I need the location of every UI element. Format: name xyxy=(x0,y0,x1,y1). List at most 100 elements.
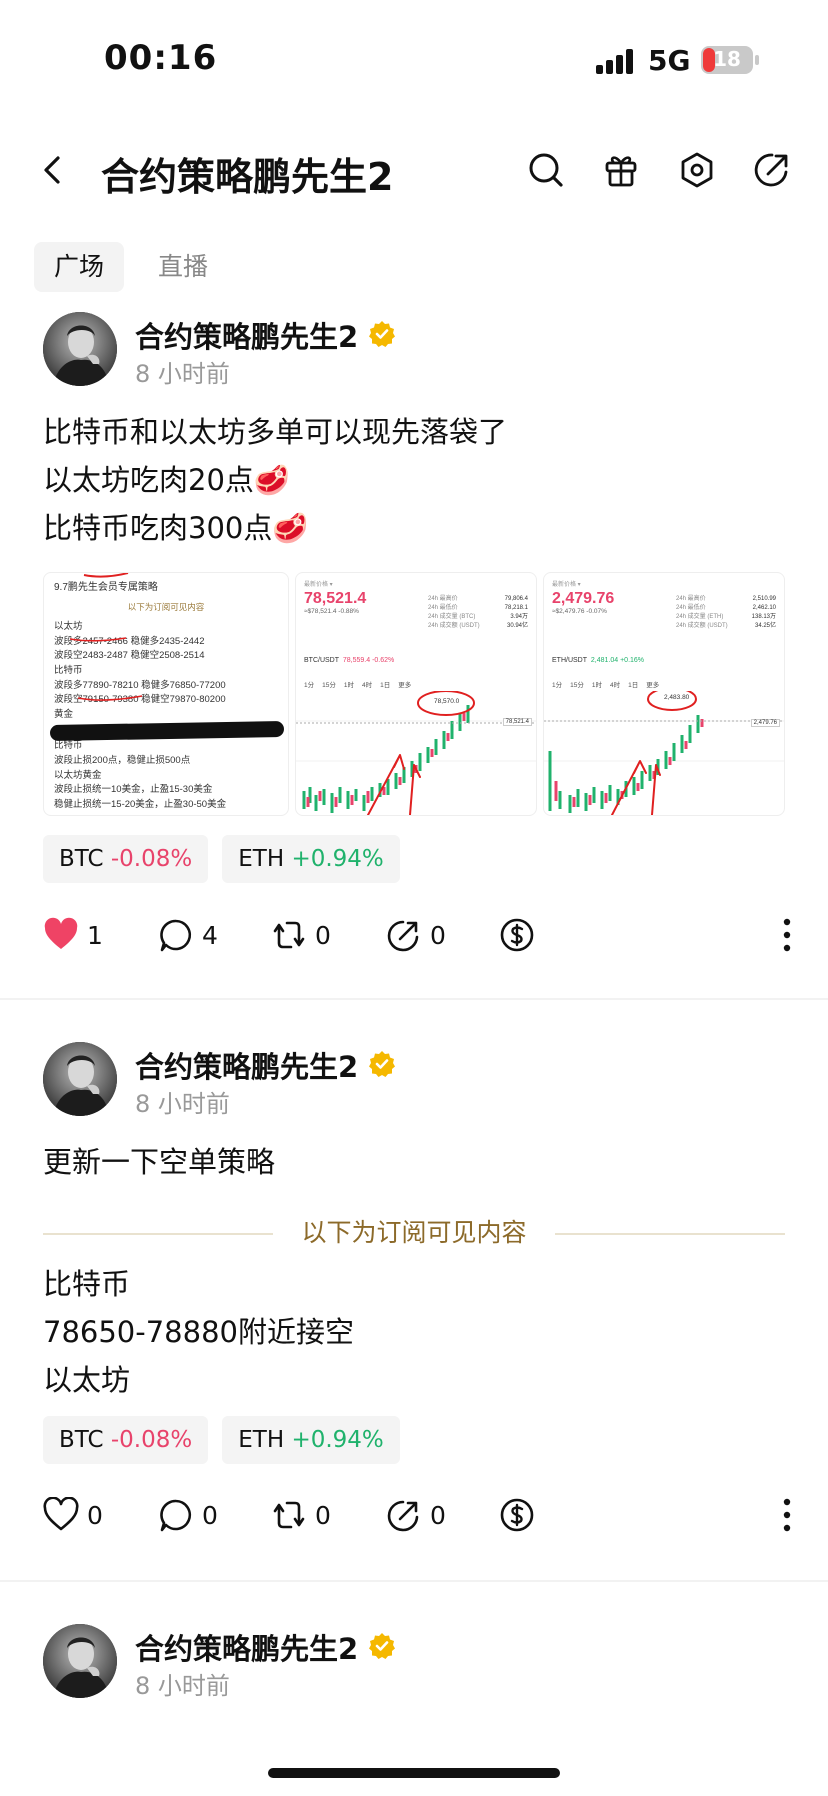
btc-chart-image[interactable]: 最新价格 ▾ 78,521.4 ≈$78,521.4 -0.88% 24h 最高… xyxy=(295,572,537,816)
btc-candles xyxy=(296,691,536,815)
ticker-change: +0.94% xyxy=(291,846,384,872)
post-content: 比特币和以太坊多单可以现先落袋了 以太坊吃肉20点🥩 比特币吃肉300点🥩 xyxy=(43,408,507,552)
eth-chart-image[interactable]: 最新价格 ▾ 2,479.76 ≈$2,479.76 -0.07% 24h 最高… xyxy=(543,572,785,816)
comment-count: 4 xyxy=(202,920,218,950)
interval-tab: 1时 xyxy=(591,682,602,689)
verified-icon xyxy=(369,1051,395,1077)
like-count: 1 xyxy=(87,920,103,950)
home-indicator[interactable] xyxy=(268,1768,560,1778)
pair-price: 2,481.04 +0.16% xyxy=(590,657,645,664)
ticker-chips: BTC -0.08% ETH +0.94% xyxy=(43,1416,400,1464)
pair: ETH/USDT xyxy=(552,657,587,664)
interval-tab: 1时 xyxy=(343,682,354,689)
status-bar: 00:16 5G 18 xyxy=(0,0,828,110)
tab-live[interactable]: 直播 xyxy=(138,242,228,292)
feed-tabs: 广场 直播 xyxy=(34,242,228,292)
ticker-symbol: BTC xyxy=(59,846,104,872)
network-type: 5G xyxy=(648,44,691,77)
content-line: 比特币吃肉300点🥩 xyxy=(43,511,309,545)
search-icon[interactable] xyxy=(526,150,566,190)
repost-count: 0 xyxy=(315,920,331,950)
eth-annotation: 2,483.80 xyxy=(664,694,690,701)
avatar[interactable] xyxy=(43,1624,117,1698)
interval-tab: 1日 xyxy=(628,682,639,689)
stat-value: 78,218.1 xyxy=(504,605,528,611)
tip-button[interactable] xyxy=(499,915,535,955)
interval-tab: 15分 xyxy=(322,682,336,689)
subscriber-content: 比特币 78650-78880附近接空 以太坊 xyxy=(43,1260,354,1404)
more-vertical-icon[interactable] xyxy=(781,917,793,953)
repost-button[interactable]: 0 xyxy=(271,1495,331,1535)
settings-hex-icon[interactable] xyxy=(677,150,717,190)
content-line: 比特币和以太坊多单可以现先落袋了 xyxy=(43,415,508,449)
comment-button[interactable]: 0 xyxy=(158,1495,218,1535)
interval-tab: 15分 xyxy=(570,682,584,689)
ticker-change: -0.08% xyxy=(110,846,193,872)
repost-button[interactable]: 0 xyxy=(271,915,331,955)
ticker-chip-btc[interactable]: BTC -0.08% xyxy=(43,1416,209,1464)
interval-tab: 1分 xyxy=(552,682,563,689)
ticker-symbol: ETH xyxy=(238,846,285,872)
stat-label: 24h 最高价 xyxy=(676,596,706,602)
content-line: 78650-78880附近接空 xyxy=(43,1315,354,1349)
stat-value: 34.25亿 xyxy=(754,623,776,629)
comment-button[interactable]: 4 xyxy=(158,915,218,955)
ticker-chip-eth[interactable]: ETH +0.94% xyxy=(222,1416,400,1464)
interval-tab: 1日 xyxy=(380,682,391,689)
avatar[interactable] xyxy=(43,312,117,386)
post-time: 8 小时前 xyxy=(135,360,230,388)
btc-price-tag: 78,521.4 xyxy=(502,718,532,726)
battery-icon: 18 xyxy=(701,46,753,74)
comment-icon xyxy=(160,1499,192,1532)
post-3: 合约策略鹏先生2 8 小时前 xyxy=(0,1620,828,1730)
author-name[interactable]: 合约策略鹏先生2 xyxy=(135,1044,358,1086)
interval-tab: 更多 xyxy=(398,682,412,689)
tip-dollar-icon xyxy=(500,1498,534,1532)
repost-icon xyxy=(273,921,305,949)
stat-value: 30.94亿 xyxy=(506,623,528,629)
gift-icon[interactable] xyxy=(601,150,641,190)
battery-cap xyxy=(755,55,759,65)
stat-label: 24h 最低价 xyxy=(676,605,706,611)
content-line: 以太坊吃肉20点🥩 xyxy=(43,463,291,497)
share-button[interactable]: 0 xyxy=(386,1495,446,1535)
ticker-chip-btc[interactable]: BTC -0.08% xyxy=(43,835,209,883)
stat-value: 79,806.4 xyxy=(504,596,528,602)
post-images: 9.7鹏先生会员专属策略 以下为订阅可见内容 以太坊 波段多2457-2466 … xyxy=(43,572,785,816)
ticker-symbol: ETH xyxy=(238,1427,285,1453)
post-divider xyxy=(0,998,828,1000)
like-button[interactable]: 1 xyxy=(43,915,103,955)
author-name[interactable]: 合约策略鹏先生2 xyxy=(135,1626,358,1668)
comment-count: 0 xyxy=(202,1500,218,1530)
share-icon[interactable] xyxy=(752,150,792,190)
ticker-symbol: BTC xyxy=(59,1427,104,1453)
ticker-chip-eth[interactable]: ETH +0.94% xyxy=(222,835,400,883)
tip-button[interactable] xyxy=(499,1495,535,1535)
post-content: 更新一下空单策略 xyxy=(43,1138,275,1186)
ticker-chips: BTC -0.08% ETH +0.94% xyxy=(43,835,400,883)
comment-icon xyxy=(160,919,192,952)
stat-value: 3.94万 xyxy=(510,614,528,620)
share-count: 0 xyxy=(430,1500,446,1530)
share-button[interactable]: 0 xyxy=(386,915,446,955)
hand-drawn-underlines xyxy=(69,573,143,701)
post-time: 8 小时前 xyxy=(135,1090,230,1118)
verified-icon xyxy=(369,1633,395,1659)
author-name[interactable]: 合约策略鹏先生2 xyxy=(135,314,358,356)
post-time: 8 小时前 xyxy=(135,1672,230,1700)
more-vertical-icon[interactable] xyxy=(781,1497,793,1533)
content-line: 更新一下空单策略 xyxy=(43,1145,276,1179)
back-icon[interactable] xyxy=(34,150,74,190)
content-line: 比特币 xyxy=(43,1267,131,1301)
stat-label: 24h 最高价 xyxy=(428,596,458,602)
ticker-change: +0.94% xyxy=(291,1427,384,1453)
battery-level: 18 xyxy=(713,47,741,71)
like-button[interactable]: 0 xyxy=(43,1495,103,1535)
strategy-image[interactable]: 9.7鹏先生会员专属策略 以下为订阅可见内容 以太坊 波段多2457-2466 … xyxy=(43,572,289,816)
avatar[interactable] xyxy=(43,1042,117,1116)
post-divider xyxy=(0,1580,828,1582)
tab-square[interactable]: 广场 xyxy=(34,242,125,292)
stat-label: 24h 成交额 (USDT) xyxy=(428,623,480,629)
page-title: 合约策略鹏先生2 xyxy=(101,155,394,199)
stat-value: 2,462.10 xyxy=(752,605,776,611)
